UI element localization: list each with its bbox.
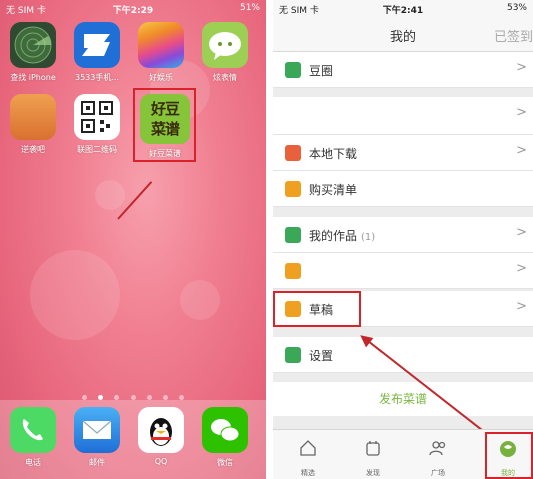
app-3533[interactable]: 3533手机... bbox=[69, 22, 125, 83]
row-label: 本地下载 bbox=[309, 147, 358, 161]
people-icon bbox=[429, 441, 446, 456]
home-icon bbox=[300, 440, 316, 456]
app-label: 炫表情 bbox=[213, 73, 237, 82]
app-label: 好娱乐 bbox=[149, 73, 173, 82]
row-label: 豆圈 bbox=[309, 64, 334, 78]
app-qq[interactable]: QQ bbox=[133, 407, 189, 466]
app-my-screen: 无 SIM 卡 下午2:41 53% 我的 已签到 豆圈 > > 本地下载 > … bbox=[273, 0, 533, 479]
qr-code-icon bbox=[74, 94, 120, 140]
tab-label: 精选 bbox=[301, 469, 315, 477]
publish-recipe-button[interactable]: 发布菜谱 bbox=[273, 382, 533, 416]
app-mail[interactable]: 邮件 bbox=[69, 407, 125, 468]
dock: 电话 邮件 QQ 微信 bbox=[0, 400, 266, 479]
chevron-right-icon: > bbox=[516, 60, 527, 75]
signed-in-button[interactable]: 已签到 bbox=[494, 26, 533, 45]
app-label: 微信 bbox=[217, 458, 233, 467]
qq-penguin-icon bbox=[138, 407, 184, 453]
mail-icon bbox=[74, 407, 120, 453]
chevron-right-icon: > bbox=[516, 143, 527, 158]
chevron-right-icon: > bbox=[516, 261, 527, 276]
menu-row-my-works[interactable]: 我的作品 (1) > bbox=[273, 217, 533, 253]
tab-square[interactable]: 广场 bbox=[408, 430, 468, 479]
home-screen: 无 SIM 卡 下午2:29 51% 查找 iPhone 3533手机... 好… bbox=[0, 0, 266, 479]
nav-bar: 我的 已签到 bbox=[273, 18, 533, 52]
app-wechat[interactable]: 微信 bbox=[197, 407, 253, 468]
folder-icon bbox=[285, 263, 301, 279]
tab-label: 广场 bbox=[431, 469, 445, 477]
tab-label: 发现 bbox=[366, 469, 380, 477]
app-label: 电话 bbox=[25, 458, 41, 467]
tab-discover[interactable]: 发现 bbox=[343, 430, 403, 479]
find-iphone-icon bbox=[10, 22, 56, 68]
download-icon bbox=[285, 145, 301, 161]
status-bar-right: 无 SIM 卡 下午2:41 53% bbox=[273, 0, 533, 18]
chevron-right-icon: > bbox=[516, 105, 527, 120]
3533-icon bbox=[74, 22, 120, 68]
app-haoyule[interactable]: 好娱乐 bbox=[133, 22, 189, 83]
douquan-icon bbox=[285, 62, 301, 78]
rainbow-icon bbox=[138, 22, 184, 68]
menu-row-unlabeled[interactable]: > bbox=[273, 253, 533, 289]
row-label: 我的作品 bbox=[309, 229, 358, 243]
menu-row-douquan[interactable]: 豆圈 > bbox=[273, 52, 533, 88]
cartoon-icon bbox=[10, 94, 56, 140]
chat-bubble-icon bbox=[202, 22, 248, 68]
menu-row-local-download[interactable]: 本地下载 > bbox=[273, 135, 533, 171]
app-label: 3533手机... bbox=[75, 73, 119, 82]
app-label: 联图二维码 bbox=[77, 145, 117, 154]
menu-row-shopping-list[interactable]: 购买清单 bbox=[273, 171, 533, 207]
discover-icon bbox=[366, 441, 380, 456]
app-label: QQ bbox=[154, 457, 168, 466]
app-find-iphone[interactable]: 查找 iPhone bbox=[5, 22, 61, 83]
battery-text: 51% bbox=[239, 3, 260, 13]
app-label: 查找 iPhone bbox=[10, 73, 56, 82]
highlight-box-haodou bbox=[133, 88, 196, 162]
app-label: 邮件 bbox=[89, 458, 105, 467]
app-xuanbiaoqing[interactable]: 炫表情 bbox=[197, 22, 253, 83]
row-label: 购买清单 bbox=[309, 183, 358, 197]
chevron-right-icon: > bbox=[516, 225, 527, 240]
clock-text: 下午2:41 bbox=[382, 6, 424, 16]
tab-featured[interactable]: 精选 bbox=[278, 430, 338, 479]
wechat-icon bbox=[202, 407, 248, 453]
app-label: 逆袭吧 bbox=[21, 145, 45, 154]
app-phone[interactable]: 电话 bbox=[5, 407, 61, 468]
phone-icon bbox=[10, 407, 56, 453]
highlight-box-drafts bbox=[273, 291, 361, 327]
clock-text: 下午2:29 bbox=[112, 6, 154, 16]
works-count: (1) bbox=[361, 232, 376, 243]
row-label: 设置 bbox=[309, 349, 334, 363]
status-bar-left: 无 SIM 卡 下午2:29 51% bbox=[0, 0, 266, 18]
shopping-list-icon bbox=[285, 181, 301, 197]
app-liantu-qrcode[interactable]: 联图二维码 bbox=[69, 94, 125, 155]
camera-icon bbox=[285, 227, 301, 243]
menu-row-profile[interactable]: > bbox=[273, 97, 533, 135]
chevron-right-icon: > bbox=[516, 299, 527, 314]
app-nixiba[interactable]: 逆袭吧 bbox=[5, 94, 61, 155]
battery-text: 53% bbox=[506, 3, 527, 13]
gear-icon bbox=[285, 347, 301, 363]
highlight-box-mine-tab bbox=[485, 432, 533, 479]
